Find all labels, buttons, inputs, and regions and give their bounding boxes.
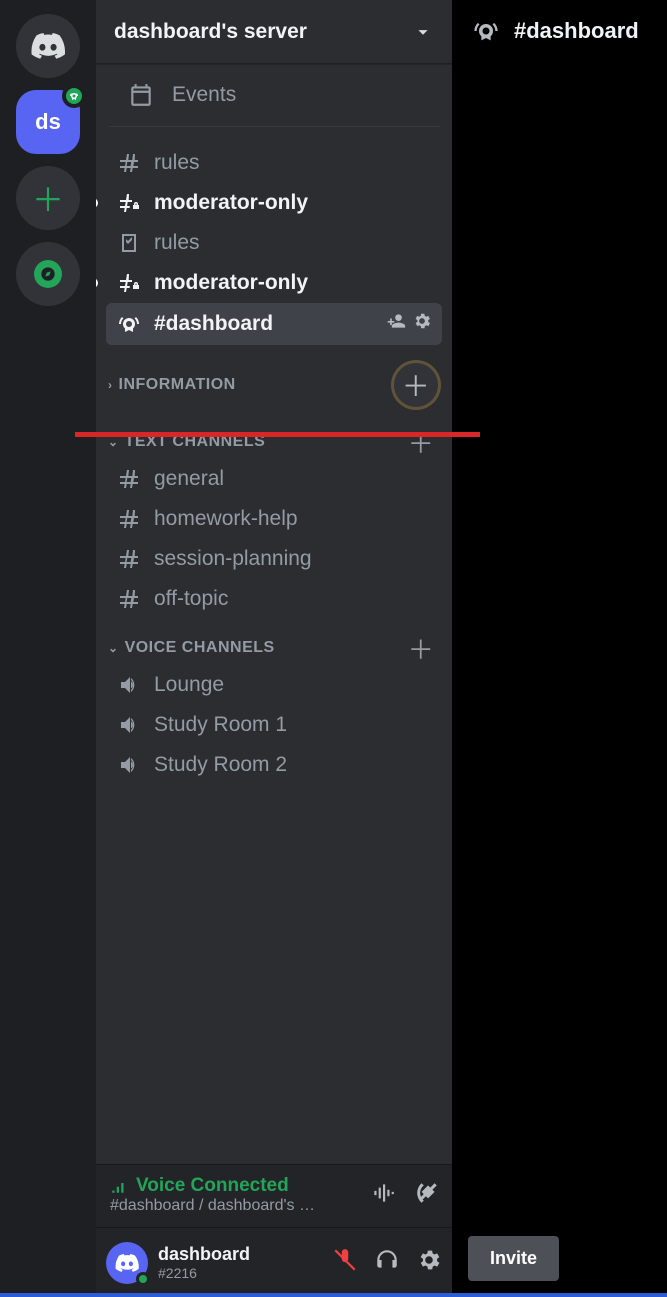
category-voice-channels[interactable]: ⌄ VOICE CHANNELS ＋ bbox=[106, 619, 442, 665]
invite-button[interactable]: Invite bbox=[468, 1236, 559, 1281]
channel-homework-help[interactable]: homework-help bbox=[106, 499, 442, 539]
channel-name: #dashboard bbox=[154, 312, 273, 336]
disconnect-button[interactable] bbox=[414, 1180, 440, 1211]
channel-name: general bbox=[154, 467, 224, 491]
channel-off-topic[interactable]: off-topic bbox=[106, 579, 442, 619]
channel-dashboard[interactable]: #dashboard bbox=[106, 303, 442, 345]
channel-sidebar: dashboard's server Events rules moderator… bbox=[96, 0, 452, 1297]
compass-icon bbox=[34, 260, 62, 288]
window-bottom-border bbox=[0, 1293, 667, 1297]
channel-list: rules moderator-only rules moderator-only #d… bbox=[96, 143, 452, 1164]
channel-name: Study Room 2 bbox=[154, 753, 287, 777]
events-label: Events bbox=[172, 83, 236, 107]
channel-session-planning[interactable]: session-planning bbox=[106, 539, 442, 579]
channel-moderator-only[interactable]: moderator-only bbox=[106, 183, 442, 223]
online-status-icon bbox=[136, 1272, 150, 1286]
events-row[interactable]: Events bbox=[108, 64, 440, 127]
channel-rules[interactable]: rules bbox=[106, 223, 442, 263]
speaker-icon bbox=[116, 713, 142, 737]
user-settings-button[interactable] bbox=[416, 1247, 442, 1278]
channel-name: off-topic bbox=[154, 587, 228, 611]
channel-header: #dashboard bbox=[452, 0, 667, 62]
create-channel-button[interactable]: ＋ bbox=[410, 637, 432, 659]
invite-people-icon[interactable] bbox=[386, 311, 406, 337]
stage-icon bbox=[472, 17, 500, 45]
discord-logo-icon bbox=[31, 33, 65, 59]
signal-icon bbox=[110, 1177, 128, 1195]
voice-subtext: #dashboard / dashboard's … bbox=[110, 1197, 360, 1215]
channel-settings-icon[interactable] bbox=[412, 311, 432, 337]
explore-servers-button[interactable] bbox=[16, 242, 80, 306]
chevron-down-icon bbox=[412, 21, 434, 43]
category-caret-icon: ⌄ bbox=[108, 641, 119, 655]
channel-name: moderator-only bbox=[154, 271, 308, 295]
channel-name: moderator-only bbox=[154, 191, 308, 215]
category-caret-icon: › bbox=[108, 378, 113, 392]
server-name: dashboard's server bbox=[114, 20, 307, 44]
stage-badge-icon bbox=[62, 84, 86, 108]
speaker-icon bbox=[116, 753, 142, 777]
category-label: VOICE CHANNELS bbox=[125, 639, 404, 657]
channel-rules[interactable]: rules bbox=[106, 143, 442, 183]
home-button[interactable] bbox=[16, 14, 80, 78]
channel-Study-Room-2[interactable]: Study Room 2 bbox=[106, 745, 442, 785]
category-information[interactable]: › INFORMATION ＋ bbox=[106, 345, 442, 413]
discord-avatar-icon bbox=[115, 1254, 139, 1272]
channel-name: session-planning bbox=[154, 547, 312, 571]
channel-moderator-only[interactable]: moderator-only bbox=[106, 263, 442, 303]
channel-Lounge[interactable]: Lounge bbox=[106, 665, 442, 705]
channel-general[interactable]: general bbox=[106, 459, 442, 499]
hash-lock-icon bbox=[116, 271, 142, 295]
channel-name: homework-help bbox=[154, 507, 298, 531]
channel-name: rules bbox=[154, 151, 200, 175]
create-channel-button[interactable]: ＋ bbox=[394, 363, 438, 407]
unread-indicator bbox=[96, 278, 98, 288]
stage-icon bbox=[116, 312, 142, 336]
calendar-icon bbox=[128, 82, 154, 108]
hash-icon bbox=[116, 547, 142, 571]
unread-indicator bbox=[96, 198, 98, 208]
mute-button[interactable] bbox=[332, 1247, 358, 1278]
hash-icon bbox=[116, 151, 142, 175]
user-name: dashboard bbox=[158, 1244, 250, 1265]
user-avatar[interactable] bbox=[106, 1242, 148, 1284]
hash-icon bbox=[116, 467, 142, 491]
server-initials: ds bbox=[35, 109, 61, 135]
noise-suppression-button[interactable] bbox=[370, 1180, 396, 1211]
annotation-underline bbox=[75, 432, 480, 437]
deafen-button[interactable] bbox=[374, 1247, 400, 1278]
channel-Study-Room-1[interactable]: Study Room 1 bbox=[106, 705, 442, 745]
channel-name: Lounge bbox=[154, 673, 224, 697]
voice-panel: Voice Connected #dashboard / dashboard's… bbox=[96, 1164, 452, 1227]
channel-name: rules bbox=[154, 231, 200, 255]
hash-icon bbox=[116, 507, 142, 531]
rules-icon bbox=[116, 231, 142, 255]
category-caret-icon: ⌄ bbox=[108, 435, 119, 449]
user-panel: dashboard #2216 bbox=[96, 1227, 452, 1297]
add-server-button[interactable]: ＋ bbox=[16, 166, 80, 230]
server-header[interactable]: dashboard's server bbox=[96, 0, 452, 64]
server-ds[interactable]: ds bbox=[16, 90, 80, 154]
hash-lock-icon bbox=[116, 191, 142, 215]
hash-icon bbox=[116, 587, 142, 611]
main-content: #dashboard Invite bbox=[452, 0, 667, 1297]
server-nav: ds ＋ bbox=[0, 0, 96, 1297]
user-info[interactable]: dashboard #2216 bbox=[158, 1244, 250, 1281]
speaker-icon bbox=[116, 673, 142, 697]
user-tag: #2216 bbox=[158, 1265, 250, 1281]
voice-status[interactable]: Voice Connected bbox=[110, 1175, 360, 1197]
channel-title: #dashboard bbox=[514, 18, 639, 44]
category-label: INFORMATION bbox=[119, 376, 389, 394]
channel-name: Study Room 1 bbox=[154, 713, 287, 737]
